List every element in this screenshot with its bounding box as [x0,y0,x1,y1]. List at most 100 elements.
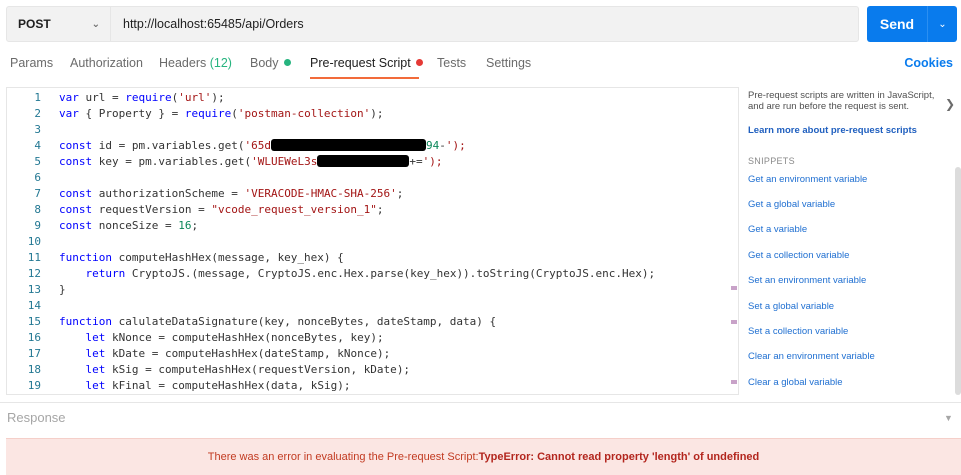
pre-request-description: Pre-request scripts are written in JavaS… [748,90,935,112]
code-line: 7 const authorizationScheme = 'VERACODE-H… [7,186,738,202]
line-number: 19 [27,379,41,392]
code-fragment: +='); [409,155,443,168]
code-fragment: const id = pm.variables.get('65d [59,139,271,152]
tab-settings[interactable]: Settings [486,56,531,70]
code-line: 17 let kDate = computeHashHex(dateStamp,… [7,346,738,362]
headers-count: (12) [209,56,232,70]
code-text: function computeHashHex(message, key_hex… [59,251,344,264]
editor-scrollbar[interactable] [729,88,738,394]
tab-label: Pre-request Script [310,56,411,70]
active-tab-indicator [310,77,419,79]
error-message: There was an error in evaluating the Pre… [207,451,479,463]
code-text: var { Property } = require('postman-coll… [59,107,384,120]
snippet-get-collection-variable[interactable]: Get a collection variable [748,250,849,261]
code-line: 15 function calulateDataSignature(key, no… [7,314,738,330]
overview-ruler-marker [731,286,737,290]
code-line: 11 function computeHashHex(message, key_h… [7,250,738,266]
line-number: 16 [27,331,41,344]
line-number: 7 [34,187,41,200]
code-line: 19 let kFinal = computeHashHex(data, kSi… [7,378,738,394]
line-number: 15 [27,315,41,328]
learn-more-link[interactable]: Learn more about pre-request scripts [748,125,917,136]
snippet-set-collection-variable[interactable]: Set a collection variable [748,326,848,337]
tab-pre-request-script[interactable]: Pre-request Script [310,56,423,70]
tab-authorization[interactable]: Authorization [70,56,143,70]
tab-label: Headers [159,56,207,70]
tab-tests[interactable]: Tests [437,56,466,70]
code-text: var url = require('url'); [59,91,225,104]
code-fragment: 94-'); [425,139,466,152]
tab-label: Settings [486,56,532,70]
line-number: 17 [27,347,41,360]
error-banner: There was an error in evaluating the Pre… [6,438,961,475]
line-number: 12 [27,267,41,280]
line-number: 8 [34,203,41,216]
snippets-panel: Pre-request scripts are written in JavaS… [745,87,961,395]
method-select[interactable]: POST ⌄ [7,7,111,41]
chevron-right-icon[interactable]: ❯ [945,97,955,111]
status-dot-icon [283,59,291,66]
code-line: 9 const nonceSize = 16; [7,218,738,234]
script-editor[interactable]: 1 var url = require('url'); 2 var { Proper… [6,87,739,395]
line-number: 1 [34,91,41,104]
snippet-clear-global-variable[interactable]: Clear a global variable [748,377,843,388]
code-line: 1 var url = require('url'); [7,90,738,106]
divider [0,402,961,403]
chevron-down-icon[interactable]: ⌄ [928,6,957,42]
tab-label: Tests [437,56,467,70]
code-line: 6 [7,170,738,186]
line-number: 2 [34,107,41,120]
tab-label: Params [10,56,54,70]
caret-down-icon[interactable]: ▼ [944,413,953,423]
line-number: 13 [27,283,41,296]
snippet-get-global-variable[interactable]: Get a global variable [748,199,835,210]
snippet-set-environment-variable[interactable]: Set an environment variable [748,275,866,286]
code-text: const requestVersion = "vcode_request_ve… [59,203,384,216]
code-line: 12 return CryptoJS.(message, CryptoJS.en… [7,266,738,282]
tab-body[interactable]: Body [250,56,291,70]
code-line: 16 let kNonce = computeHashHex(nonceByte… [7,330,738,346]
tab-headers[interactable]: Headers (12) [159,56,232,70]
code-text: const key = pm.variables.get('WLUEWeL3s +… [59,154,442,170]
line-number: 3 [34,123,41,136]
code-text: return CryptoJS.(message, CryptoJS.enc.H… [85,267,656,280]
snippet-set-global-variable[interactable]: Set a global variable [748,301,834,312]
code-line: 4 const id = pm.variables.get('65d 94-'); [7,138,738,154]
code-line: 18 let kSig = computeHashHex(requestVers… [7,362,738,378]
send-button[interactable]: Send ⌄ [867,6,957,42]
code-line: 2 var { Property } = require('postman-col… [7,106,738,122]
method-label: POST [18,17,51,31]
line-number: 10 [27,235,41,248]
snippet-clear-environment-variable[interactable]: Clear an environment variable [748,351,875,362]
code-line: 5 const key = pm.variables.get('WLUEWeL3s… [7,154,738,170]
snippet-get-environment-variable[interactable]: Get an environment variable [748,174,867,185]
line-number: 11 [27,251,41,264]
tab-label: Authorization [70,56,143,70]
code-fragment: const key = pm.variables.get('WLUEWeL3s [59,155,318,168]
tab-params[interactable]: Params [10,56,53,70]
snippet-get-variable[interactable]: Get a variable [748,224,807,235]
code-line: 3 [7,122,738,138]
status-dot-icon [415,59,423,66]
code-line: 10 [7,234,738,250]
code-text: function calulateDataSignature(key, nonc… [59,315,497,328]
code-text: const authorizationScheme = 'VERACODE-HM… [59,187,404,200]
cookies-link[interactable]: Cookies [904,56,953,70]
line-number: 6 [34,171,41,184]
send-label: Send [867,6,928,42]
redaction-mark [270,139,426,151]
code-line: 8 const requestVersion = "vcode_request_v… [7,202,738,218]
tab-label: Body [250,56,279,70]
url-input[interactable]: http://localhost:65485/api/Orders [111,17,304,31]
snippets-scrollbar[interactable] [955,167,961,395]
code-text: let kSig = computeHashHex(requestVersion… [85,363,411,376]
request-tabs: Params Authorization Headers (12) Body P… [0,50,961,80]
line-number: 4 [34,139,41,152]
line-number: 18 [27,363,41,376]
code-text: let kFinal = computeHashHex(data, kSig); [85,379,351,392]
chevron-down-icon: ⌄ [91,18,100,30]
code-text: let kDate = computeHashHex(dateStamp, kN… [85,347,391,360]
overview-ruler-marker [731,320,737,324]
overview-ruler-marker [731,380,737,384]
request-bar: POST ⌄ http://localhost:65485/api/Orders [6,6,859,42]
